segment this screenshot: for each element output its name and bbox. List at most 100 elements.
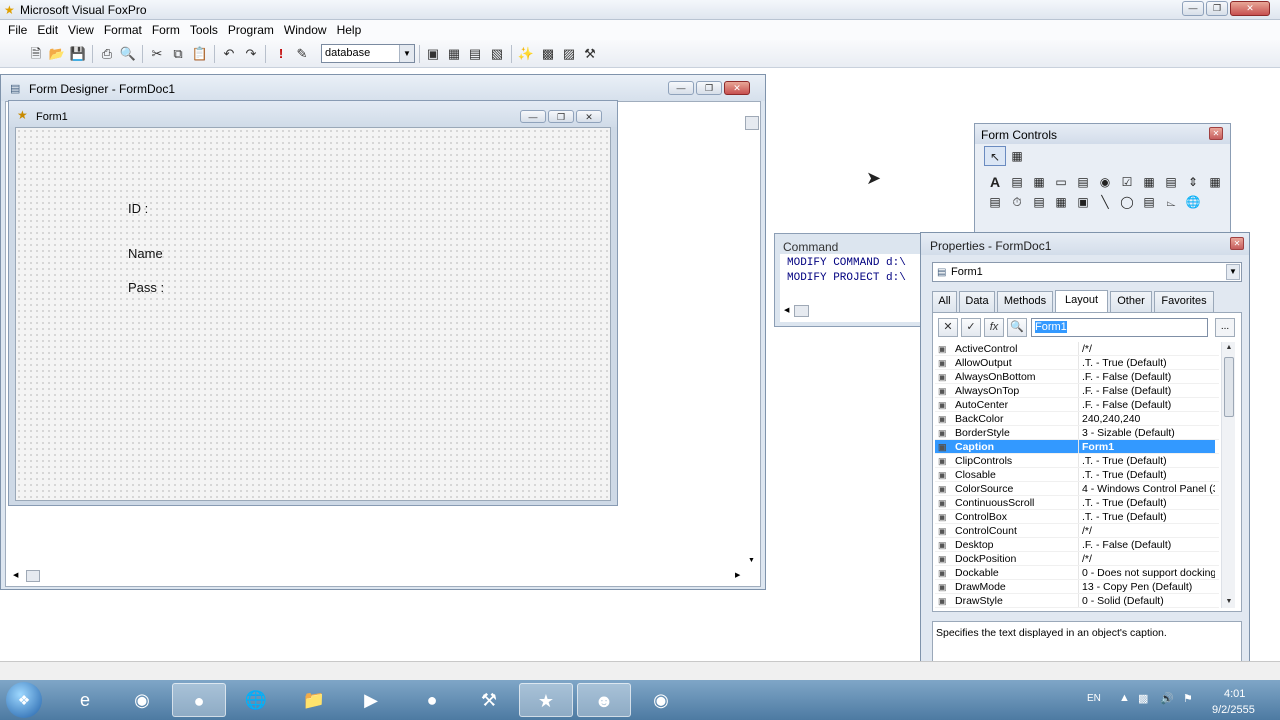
database-select[interactable]: database ▼ [321, 44, 415, 63]
form-controls-titlebar[interactable]: Form Controls ✕ [975, 124, 1230, 144]
menu-tools[interactable]: Tools [185, 23, 223, 37]
foxpro-taskbar-icon[interactable]: ★ [519, 683, 573, 717]
fd-restore-button[interactable]: ❐ [696, 81, 722, 95]
property-name[interactable]: ActiveControl [935, 342, 1079, 355]
chevron-down-icon[interactable]: ▼ [1226, 264, 1240, 280]
menu-file[interactable]: File [3, 23, 32, 37]
listbox-control-icon[interactable]: ▤ [1160, 172, 1182, 192]
property-name[interactable]: ControlBox [935, 510, 1079, 523]
grid-control-icon[interactable]: ▦ [1204, 172, 1226, 192]
property-name[interactable]: AlwaysOnTop [935, 384, 1079, 397]
tools-app-icon[interactable]: ⚒ [462, 683, 516, 717]
property-row[interactable]: Desktop.F. - False (Default) [935, 538, 1219, 552]
textbox-control-icon[interactable]: ▤ [1006, 172, 1028, 192]
hyperlink-control-icon[interactable]: 🌐 [1182, 192, 1204, 212]
property-name[interactable]: ColorSource [935, 482, 1079, 495]
view-classes-icon[interactable]: ▦ [1006, 146, 1028, 166]
language-indicator[interactable]: EN [1087, 693, 1101, 704]
cancel-edit-icon[interactable]: ✕ [938, 318, 958, 337]
scroll-down-icon[interactable]: ▼ [748, 557, 755, 564]
action-center-icon[interactable]: ⚑ [1183, 692, 1193, 705]
redo-icon[interactable]: ↷ [241, 44, 261, 64]
save-icon[interactable]: 💾 [68, 44, 88, 64]
property-row[interactable]: ControlCount/*/ [935, 524, 1219, 538]
option-group-icon[interactable]: ◉ [1094, 172, 1116, 192]
close-button[interactable]: ✕ [1230, 1, 1270, 16]
menu-format[interactable]: Format [99, 23, 147, 37]
checkbox-control-icon[interactable]: ☑ [1116, 172, 1138, 192]
property-row[interactable]: ControlBox.T. - True (Default) [935, 510, 1219, 524]
form1-close-button[interactable]: ✕ [576, 110, 602, 123]
media-player-icon[interactable]: ▶ [344, 683, 398, 717]
wizard-icon[interactable]: ✨ [516, 44, 536, 64]
network-icon[interactable]: ▩ [1138, 692, 1148, 705]
menu-form[interactable]: Form [147, 23, 185, 37]
clock-date[interactable]: 9/2/2555 [1212, 704, 1255, 716]
property-value[interactable]: .F. - False (Default) [1079, 538, 1215, 551]
task-list-icon[interactable]: ▨ [559, 44, 579, 64]
property-row[interactable]: ClipControls.T. - True (Default) [935, 454, 1219, 468]
property-row[interactable]: ActiveControl/*/ [935, 342, 1219, 356]
property-name[interactable]: AlwaysOnBottom [935, 370, 1079, 383]
copy-icon[interactable]: ⧉ [168, 44, 188, 64]
run-icon[interactable]: ! [271, 44, 291, 64]
network-app-icon[interactable]: 🌐 [229, 683, 283, 717]
chevron-down-icon[interactable]: ▼ [399, 45, 414, 62]
property-name[interactable]: Caption [935, 440, 1079, 453]
property-value[interactable]: .T. - True (Default) [1079, 356, 1215, 369]
undo-icon[interactable]: ↶ [219, 44, 239, 64]
property-row[interactable]: BackColor240,240,240 [935, 412, 1219, 426]
property-name[interactable]: AllowOutput [935, 356, 1079, 369]
command-line[interactable]: MODIFY PROJECT d:\ [780, 271, 926, 286]
properties-window-icon[interactable]: ▤ [465, 44, 485, 64]
property-list[interactable]: ActiveControl/*/AllowOutput.T. - True (D… [935, 342, 1219, 608]
print-icon[interactable]: ⎙ [97, 44, 117, 64]
new-file-icon[interactable]: 🗎 [26, 44, 46, 64]
image-control-icon[interactable]: ▤ [984, 192, 1006, 212]
command-button-icon[interactable]: ▭ [1050, 172, 1072, 192]
property-value[interactable]: .F. - False (Default) [1079, 384, 1215, 397]
property-row[interactable]: DrawStyle0 - Solid (Default) [935, 594, 1219, 608]
command-window-icon[interactable]: ▣ [423, 44, 443, 64]
property-value[interactable]: 4 - Windows Control Panel (3D [1079, 482, 1215, 495]
tray-expand-icon[interactable]: ▲ [1119, 692, 1130, 704]
form1-window[interactable]: ★ Form1 — ❐ ✕ ID : Name Pass : [8, 100, 618, 506]
property-value[interactable]: .T. - True (Default) [1079, 510, 1215, 523]
horizontal-scroll-thumb[interactable] [794, 305, 809, 317]
property-value[interactable]: Form1 [1079, 440, 1215, 453]
tab-methods[interactable]: Methods [997, 291, 1053, 312]
property-value[interactable]: .T. - True (Default) [1079, 454, 1215, 467]
property-value[interactable]: /*/ [1079, 342, 1215, 355]
property-value[interactable]: /*/ [1079, 552, 1215, 565]
property-name[interactable]: ControlCount [935, 524, 1079, 537]
property-name[interactable]: Closable [935, 468, 1079, 481]
pageframe-control-icon[interactable]: ▤ [1028, 192, 1050, 212]
property-value[interactable]: .F. - False (Default) [1079, 370, 1215, 383]
scroll-up-icon[interactable]: ▲ [1222, 342, 1236, 354]
accept-edit-icon[interactable]: ✓ [961, 318, 981, 337]
property-name[interactable]: DrawStyle [935, 594, 1079, 607]
properties-close-button[interactable]: ✕ [1230, 237, 1244, 250]
command-line[interactable]: MODIFY COMMAND d:\ [780, 256, 926, 271]
property-row[interactable]: CaptionForm1 [935, 440, 1219, 454]
property-value[interactable]: 240,240,240 [1079, 412, 1215, 425]
property-row[interactable]: ColorSource4 - Windows Control Panel (3D [935, 482, 1219, 496]
property-row[interactable]: AutoCenter.F. - False (Default) [935, 398, 1219, 412]
property-row[interactable]: AlwaysOnBottom.F. - False (Default) [935, 370, 1219, 384]
horizontal-scroll-thumb[interactable] [26, 570, 40, 582]
more-button[interactable]: ... [1215, 318, 1235, 337]
tab-favorites[interactable]: Favorites [1154, 291, 1214, 312]
property-value[interactable]: 0 - Does not support docking [1079, 566, 1215, 579]
property-value[interactable]: .F. - False (Default) [1079, 398, 1215, 411]
id-label[interactable]: ID : [128, 201, 148, 216]
function-icon[interactable]: fx [984, 318, 1004, 337]
start-button[interactable]: ❖ [6, 682, 42, 718]
property-value[interactable]: 13 - Copy Pen (Default) [1079, 580, 1215, 593]
form-designer-titlebar[interactable]: ▤ Form Designer - FormDoc1 — ❐ ✕ [1, 75, 765, 101]
zoom-icon[interactable]: 🔍 [1007, 318, 1027, 337]
tab-layout[interactable]: Layout [1055, 290, 1108, 312]
label-control-icon[interactable]: A [984, 172, 1006, 192]
property-row[interactable]: DockPosition/*/ [935, 552, 1219, 566]
property-name[interactable]: BackColor [935, 412, 1079, 425]
property-row[interactable]: BorderStyle3 - Sizable (Default) [935, 426, 1219, 440]
